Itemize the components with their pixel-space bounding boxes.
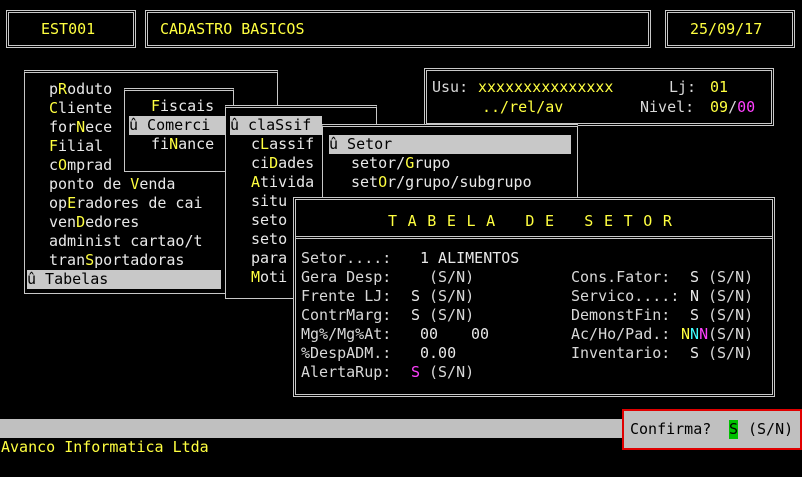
mg-label: Mg%/Mg%At: [301,325,392,343]
comercial-menu-item[interactable]: ciDades [251,154,314,173]
servico-options: (S/N) [708,287,754,305]
comercial-menu-item[interactable]: situ [251,192,287,211]
main-menu-selected[interactable]: û Tabelas [27,270,221,289]
comercial-menu-item[interactable]: cLassif [251,135,314,154]
setor-form-title: TABELA DE SETOR [388,212,683,230]
main-menu-item[interactable]: opEradores de cai [49,194,203,213]
alerta-rup-options: (S/N) [429,363,475,381]
path-value: ../rel/av [482,98,564,116]
desp-adm-label: %DespADM.: [301,344,392,362]
frente-value[interactable]: S [411,287,420,306]
contr-marg-value[interactable]: S [411,306,420,325]
setor-form-divider [296,236,772,239]
date-box: 25/09/17 [665,10,795,48]
nivel-label: Nivel: [640,98,695,116]
nivel-value: 09/00 [710,98,755,117]
demonst-fin-value[interactable]: S [690,306,699,325]
company-name: Avanco Informatica Ltda [1,438,209,456]
cons-fator-options: (S/N) [708,268,754,286]
cons-fator-value[interactable]: S [690,268,699,287]
tabelas-menu-item[interactable]: fiNance [151,135,214,154]
screen-title: CADASTRO BASICOS [160,20,305,38]
main-menu-item[interactable]: tranSportadoras [49,251,184,270]
ac-ho-pad-label: Ac/Ho/Pad.: [571,325,671,343]
usu-label: Usu: [432,78,469,96]
setor-label: Setor....: [301,249,392,267]
setor-value[interactable]: 1 ALIMENTOS [420,249,519,268]
classif-menu-item[interactable]: setOr/grupo/subgrupo [351,173,532,192]
gera-desp-options: (S/N) [429,268,475,286]
contr-marg-options: (S/N) [429,306,475,324]
program-code: EST001 [41,20,96,38]
demonst-fin-label: DemonstFin: [571,306,671,324]
mg-value-2[interactable]: 00 [471,325,489,344]
tabelas-menu-selected[interactable]: û Comerci [129,116,229,135]
nivel-a: 09 [710,98,729,116]
program-code-box: EST001 [6,10,136,48]
ho-value[interactable]: N [690,325,699,343]
current-date: 25/09/17 [690,20,763,38]
classif-menu: û Setor setor/Grupo setOr/grupo/subgrupo [322,124,578,202]
main-menu-item[interactable]: administ cartao/t [49,232,203,251]
alerta-rup-label: AlertaRup: [301,363,392,381]
comercial-menu-item[interactable]: Ativida [251,173,314,192]
lj-label: Lj: [669,78,697,96]
main-menu-item[interactable]: ponto de Venda [49,175,175,194]
main-menu-item[interactable]: forNece [49,118,112,137]
usu-value: xxxxxxxxxxxxxxx [478,78,614,96]
demonst-fin-options: (S/N) [708,306,754,324]
inventario-label: Inventario: [571,344,671,362]
frente-label: Frente LJ: [301,287,392,305]
main-menu-item[interactable]: cOmprad [49,156,112,175]
pad-value[interactable]: N [699,325,708,343]
alerta-rup-value[interactable]: S [411,363,420,382]
comercial-menu-item[interactable]: para [251,249,287,268]
lj-value: 01 [710,78,729,96]
servico-value[interactable]: N [690,287,699,306]
confirm-input[interactable]: S [729,420,739,439]
user-panel: Usu: xxxxxxxxxxxxxxx Lj: 01 ../rel/av Ni… [424,68,774,126]
nivel-b: 00 [737,98,756,116]
confirm-prompt: Confirma? S (S/N) [622,409,802,450]
comercial-menu-item[interactable]: Moti [251,268,287,287]
nivel-sep: / [728,98,738,116]
comercial-menu-item[interactable]: seto [251,230,287,249]
confirm-options: (S/N) [748,420,794,438]
main-menu-item[interactable]: pRoduto [49,80,112,99]
main-menu-item[interactable]: Cliente [49,99,112,118]
screen-title-box: CADASTRO BASICOS [145,10,651,48]
inventario-value[interactable]: S [690,344,699,363]
setor-form: TABELA DE SETOR Setor....: 1 ALIMENTOS G… [293,197,775,397]
confirm-label: Confirma? [630,420,712,438]
ac-value[interactable]: N [681,325,690,343]
classif-menu-selected[interactable]: û Setor [329,135,571,154]
frente-options: (S/N) [429,287,475,305]
comercial-menu-item[interactable]: seto [251,211,287,230]
gera-desp-label: Gera Desp: [301,268,392,286]
servico-label: Servico....: [571,287,680,305]
desp-adm-value[interactable]: 0.00 [420,344,456,363]
ac-ho-pad-options: (S/N) [708,325,754,343]
tabelas-menu-item[interactable]: Fiscais [151,97,214,116]
main-menu-item[interactable]: Filial [49,137,103,156]
cons-fator-label: Cons.Fator: [571,268,671,286]
main-menu-item[interactable]: venDedores [49,213,139,232]
classif-menu-item[interactable]: setor/Grupo [351,154,450,173]
mg-value-1[interactable]: 00 [420,325,438,344]
comercial-menu-selected[interactable]: û claSsif [230,116,322,135]
inventario-options: (S/N) [708,344,754,362]
contr-marg-label: ContrMarg: [301,306,392,324]
ac-ho-pad-values[interactable]: NNN [681,325,708,344]
tabelas-menu: Fiscais û Comerci fiNance [124,88,234,172]
